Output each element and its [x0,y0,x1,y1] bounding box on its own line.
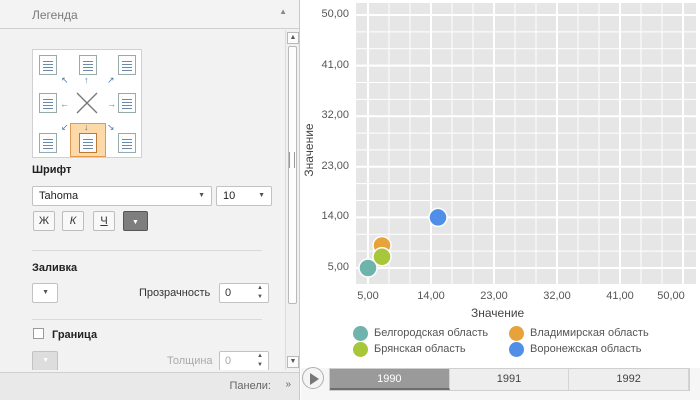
bold-button[interactable]: Ж [33,211,55,231]
position-top-center[interactable] [79,55,97,75]
arrow-top-right-icon: ↗ [107,75,115,85]
position-bottom-right[interactable] [118,133,136,153]
arrow-down-icon: ↓ [84,122,89,132]
no-legend-cross-icon[interactable] [76,92,98,114]
timeline-year[interactable]: 1991 [450,369,570,390]
timeline-year[interactable]: 1992 [569,369,689,390]
divider [32,250,262,251]
panel-footer: Панели: » [0,372,299,400]
border-color-button[interactable]: ▼ [32,351,58,370]
arrow-bottom-right-icon: ↘ [107,122,115,132]
spin-down-icon[interactable]: ▼ [257,362,263,368]
plot-svg [356,3,696,284]
position-top-right[interactable] [118,55,136,75]
spin-up-icon[interactable]: ▲ [257,285,263,291]
divider [32,319,262,320]
splitter-grip-icon[interactable] [289,152,295,168]
y-tick-label: 50,00 [321,8,349,20]
x-tick-label: 41,00 [606,290,634,302]
x-tick-label: 50,00 [657,290,685,302]
app: Легенда ▲ ↖ ↑ ↗ ← → ↙ ↓ ↘ Шрифт Tahoma ▼… [0,0,700,400]
x-tick-label: 32,00 [543,290,571,302]
arrow-left-icon: ← [60,99,69,109]
vertical-scrollbar[interactable]: ▲ ▼ [285,30,299,370]
legend-item-label[interactable]: Владимирская область [530,327,649,339]
fill-color-button[interactable]: ▼ [32,283,58,303]
panels-label: Панели: [229,380,271,392]
border-checkbox[interactable] [33,328,44,339]
plot-area [356,3,696,284]
font-size-select[interactable]: 10 ▼ [216,186,272,206]
font-color-button[interactable]: ▼ [123,211,148,231]
y-tick-label: 41,00 [321,58,349,71]
border-section-label: Граница [52,329,98,341]
data-point[interactable] [358,258,378,278]
timeline-track[interactable]: 1990 1991 1992 [329,368,690,391]
spin-up-icon[interactable]: ▲ [257,353,263,359]
expand-panels-icon[interactable]: » [285,379,291,390]
scrollbar-thumb[interactable] [288,46,297,304]
legend-marker [509,342,524,357]
legend-position-selector: ↖ ↑ ↗ ← → ↙ ↓ ↘ [32,49,142,158]
data-point[interactable] [428,207,448,228]
y-tick-label: 14,00 [321,210,349,223]
collapse-up-icon[interactable]: ▲ [279,7,287,16]
spin-down-icon[interactable]: ▼ [257,294,263,300]
font-section-label: Шрифт [32,164,72,176]
play-button[interactable] [302,367,324,389]
arrow-up-icon: ↑ [84,75,89,85]
legend-panel-body: ↖ ↑ ↗ ← → ↙ ↓ ↘ Шрифт Tahoma ▼ 10 ▼ Ж К … [0,30,284,370]
chevron-down-icon: ▼ [258,192,265,199]
y-axis-title-wrap: Значение [302,123,316,177]
transparency-label: Прозрачность [139,287,211,299]
underline-button[interactable]: Ч [93,211,115,231]
timeline-year[interactable]: 1990 [330,369,450,390]
legend-panel-title: Легенда [32,8,78,22]
legend-marker [353,326,368,341]
font-size-value: 10 [223,190,236,202]
y-tick-label: 5,00 [327,261,349,273]
font-family-select[interactable]: Tahoma ▼ [32,186,212,206]
scroll-up-icon[interactable]: ▲ [287,32,299,44]
x-tick-label: 23,00 [480,290,508,302]
chevron-down-icon: ▼ [42,357,49,364]
chevron-down-icon: ▼ [42,289,49,296]
transparency-value: 0 [225,287,232,299]
scroll-down-icon[interactable]: ▼ [287,356,299,368]
thickness-value: 0 [225,355,232,367]
arrow-top-left-icon: ↖ [61,75,69,85]
position-top-left[interactable] [39,55,57,75]
position-middle-left[interactable] [39,93,57,113]
arrow-bottom-left-icon: ↙ [61,122,69,132]
chart-area: 5,00 14,00 23,00 32,00 41,00 50,00 5,00 14,00 2… [301,0,700,400]
position-middle-right[interactable] [118,93,136,113]
position-bottom-center[interactable] [79,133,97,153]
legend-item-label[interactable]: Брянская область [374,343,466,355]
x-tick-label: 5,00 [357,290,379,302]
legend-settings-panel: Легенда ▲ ↖ ↑ ↗ ← → ↙ ↓ ↘ Шрифт Tahoma ▼… [0,0,300,400]
italic-button[interactable]: К [62,211,84,231]
thickness-label: Толщина [167,355,213,367]
position-bottom-left[interactable] [39,133,57,153]
transparency-spinner[interactable]: 0 ▲ ▼ [219,283,269,303]
legend-item-label[interactable]: Белгородская область [374,327,488,339]
legend-marker [353,342,368,357]
legend-panel-header[interactable]: Легенда ▲ [0,0,299,29]
legend-marker [509,326,524,341]
chevron-down-icon: ▼ [132,219,139,226]
font-family-value: Tahoma [39,190,79,202]
chevron-down-icon: ▼ [198,192,205,199]
thickness-spinner[interactable]: 0 ▲ ▼ [219,351,269,370]
y-axis-title: Значение [302,123,316,177]
x-tick-label: 14,00 [417,290,445,302]
legend-item-label[interactable]: Воронежская область [530,343,642,355]
x-axis-title: Значение [471,306,525,320]
arrow-right-icon: → [107,99,116,109]
fill-section-label: Заливка [32,262,78,274]
